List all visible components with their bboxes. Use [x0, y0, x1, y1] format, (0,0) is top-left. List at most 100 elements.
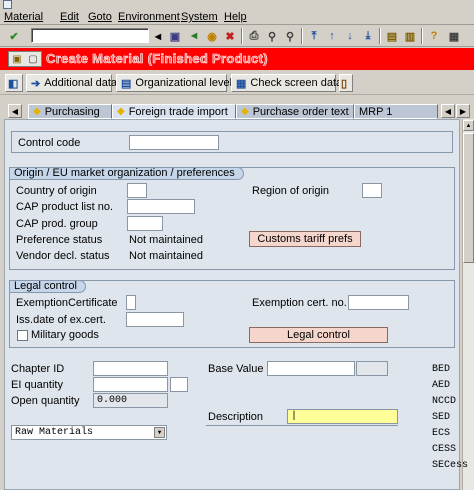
base-value-input[interactable] — [267, 361, 355, 376]
first-page-icon[interactable]: ⤒ — [306, 28, 322, 44]
next-page-icon[interactable]: ↓ — [342, 28, 358, 44]
menu-system[interactable]: System — [181, 11, 218, 23]
customs-tariff-prefs-button[interactable]: Customs tariff prefs — [249, 231, 361, 247]
military-goods-checkbox[interactable] — [17, 330, 28, 341]
base-value-label: Base Value — [208, 363, 264, 375]
legal-control-group: Legal control ExemptionCertificate Exemp… — [9, 280, 455, 348]
tab-scroll-left-button[interactable]: ◀ — [8, 104, 22, 118]
title-bar: ▣ ▢ Create Material (Finished Product) — [0, 48, 474, 70]
command-field[interactable] — [31, 28, 149, 43]
cess-label: CESS — [432, 444, 457, 455]
tab-label: MRP 1 — [359, 105, 393, 118]
military-goods-label: Military goods — [31, 329, 99, 341]
ei-quantity-label: EI quantity — [11, 379, 63, 391]
new-session-icon[interactable]: ▤ — [384, 28, 400, 44]
tree-toggle-button[interactable]: ◧ — [5, 74, 23, 92]
chevron-down-icon[interactable]: ◀ — [150, 28, 166, 44]
tab-scroll-right-button[interactable]: ▶ — [456, 104, 470, 118]
application-toolbar: ◧ ➔ Additional data ▤ Organizational lev… — [0, 71, 474, 95]
system-strip — [0, 0, 474, 9]
toolbar-separator — [421, 28, 423, 44]
cap-product-list-input[interactable] — [127, 199, 195, 214]
legal-control-button[interactable]: Legal control — [249, 327, 388, 343]
material-icon: ▣ — [12, 53, 22, 65]
vendor-decl-status-label: Vendor decl. status — [16, 250, 110, 262]
preference-status-value: Not maintained — [129, 234, 203, 246]
menu-help[interactable]: Help — [224, 11, 247, 23]
legal-control-group-title: Legal control — [9, 280, 86, 293]
find-icon[interactable]: ⚲ — [264, 28, 280, 44]
scroll-thumb[interactable] — [463, 133, 474, 263]
iss-date-label: Iss.date of ex.cert. — [16, 314, 106, 326]
material-type-dropdown[interactable]: Raw Materials ▼ — [11, 425, 167, 440]
cancel-icon[interactable]: ✖ — [222, 28, 238, 44]
help-icon[interactable]: ? — [426, 28, 442, 44]
aed-label: AED — [432, 380, 451, 391]
exemption-cert-no-label: Exemption cert. no. — [252, 297, 347, 309]
control-code-input[interactable] — [129, 135, 219, 150]
open-quantity-label: Open quantity — [11, 395, 80, 407]
exit-icon[interactable]: ◉ — [204, 28, 220, 44]
tab-foreign-trade-import[interactable]: ◆ Foreign trade import — [112, 104, 236, 119]
tab-purchasing[interactable]: ◆ Purchasing — [28, 104, 112, 119]
exemption-cert-no-input[interactable] — [348, 295, 409, 310]
prev-page-icon[interactable]: ↑ — [324, 28, 340, 44]
tab-status-icon: ◆ — [241, 106, 249, 117]
app-icon[interactable] — [3, 0, 12, 9]
tab-content-panel: Control code Origin / EU market organiza… — [4, 119, 468, 490]
preference-status-label: Preference status — [16, 234, 103, 246]
menu-material[interactable]: Material — [4, 11, 43, 23]
control-code-group: Control code — [11, 131, 453, 153]
base-value-currency — [356, 361, 388, 376]
ei-quantity-input[interactable] — [93, 377, 168, 392]
exemption-certificate-input[interactable] — [126, 295, 136, 310]
region-of-origin-input[interactable] — [362, 183, 382, 198]
tab-status-icon: ◆ — [33, 106, 41, 117]
country-of-origin-input[interactable] — [127, 183, 147, 198]
layout-icon[interactable]: ▦ — [446, 28, 462, 44]
description-input[interactable]: | — [287, 409, 398, 424]
tab-scroll-left2-button[interactable]: ◀ — [441, 104, 455, 118]
bed-label: BED — [432, 364, 451, 375]
save-icon[interactable]: ▣ — [167, 28, 183, 44]
title-icons: ▣ ▢ — [8, 51, 42, 67]
menu-goto[interactable]: Goto — [88, 11, 112, 23]
org-levels-icon: ▤ — [121, 77, 132, 90]
iss-date-input[interactable] — [126, 312, 184, 327]
display-icon: ▢ — [28, 53, 38, 65]
back-icon[interactable]: ◄ — [186, 28, 202, 44]
material-type-value: Raw Materials — [15, 427, 94, 438]
menu-environment[interactable]: Environment — [118, 11, 180, 23]
tab-purchase-order-text[interactable]: ◆ Purchase order text — [236, 104, 354, 119]
chapter-id-input[interactable] — [93, 361, 168, 376]
ei-quantity-unit-input[interactable] — [170, 377, 188, 392]
dropdown-arrow-icon[interactable]: ▼ — [154, 427, 165, 438]
description-label: Description — [208, 411, 264, 423]
page-title: Create Material (Finished Product) — [46, 51, 268, 67]
tab-strip: ◀ ◆ Purchasing ◆ Foreign trade import ◆ … — [0, 103, 474, 119]
cap-prod-group-input[interactable] — [127, 216, 163, 231]
arrow-right-icon: ➔ — [31, 77, 41, 90]
chapter-id-label: Chapter ID — [11, 363, 65, 375]
description-underline — [206, 425, 398, 426]
print-icon[interactable]: ⎙ — [246, 28, 262, 44]
menu-edit[interactable]: Edit — [60, 11, 79, 23]
lock-button[interactable]: ▯ — [339, 74, 353, 92]
scroll-up-icon[interactable]: ▲ — [463, 120, 474, 131]
find-next-icon[interactable]: ⚲ — [282, 28, 298, 44]
check-screen-button[interactable]: ▦ Check screen data — [231, 74, 342, 92]
shortcut-icon[interactable]: ▥ — [402, 28, 418, 44]
last-page-icon[interactable]: ⤓ — [360, 28, 376, 44]
origin-group-title: Origin / EU market organization / prefer… — [9, 167, 244, 180]
check-icon[interactable]: ✔ — [6, 28, 22, 44]
tab-status-icon: ◆ — [117, 106, 125, 117]
org-levels-button[interactable]: ▤ Organizational levels — [116, 74, 238, 92]
vertical-scrollbar[interactable]: ▲ — [462, 119, 474, 490]
standard-toolbar: ✔ ◀ ▣ ◄ ◉ ✖ ⎙ ⚲ ⚲ ⤒ ↑ ↓ ⤓ ▤ ▥ ? ▦ — [0, 25, 474, 47]
tab-label: Purchase order text — [252, 105, 349, 118]
tab-mrp-1[interactable]: MRP 1 — [354, 104, 438, 119]
check-screen-icon: ▦ — [236, 77, 247, 90]
cap-product-list-label: CAP product list no. — [16, 201, 114, 213]
check-screen-label: Check screen data — [250, 77, 343, 89]
additional-data-button[interactable]: ➔ Additional data — [26, 74, 117, 92]
